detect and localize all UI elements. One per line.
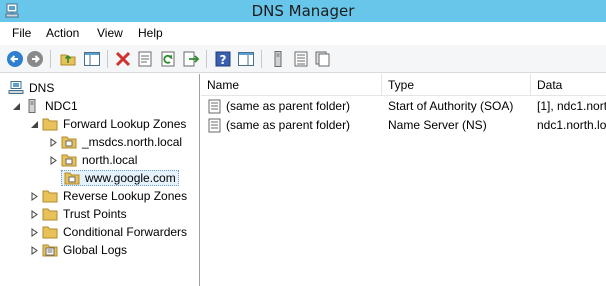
- collapse-arrow-icon[interactable]: [30, 120, 39, 129]
- menu-bar: File Action View Help: [0, 22, 606, 45]
- tree-label-dns: DNS: [29, 81, 55, 95]
- tree-node-dns[interactable]: DNS: [8, 79, 54, 97]
- forward-icon[interactable]: [26, 50, 44, 68]
- folder-icon: [42, 226, 58, 239]
- delete-icon[interactable]: [114, 50, 132, 68]
- dns-record-icon: [208, 118, 221, 133]
- tree-node-zone-msdcs[interactable]: _msdcs.north.local: [49, 133, 182, 151]
- records-list: Name Type Data (same as parent folder) S…: [201, 74, 606, 286]
- server-icon[interactable]: [269, 50, 287, 68]
- selection-highlight: www.google.com: [61, 170, 179, 186]
- svg-text:?: ?: [220, 53, 227, 67]
- tree-label-forward-zones: Forward Lookup Zones: [63, 117, 187, 131]
- column-header-data[interactable]: Data: [531, 74, 606, 96]
- record-name: (same as parent folder): [226, 99, 351, 113]
- record-type: Start of Authority (SOA): [388, 99, 514, 113]
- server-icon: [28, 99, 36, 113]
- menu-help[interactable]: Help: [138, 26, 163, 40]
- record-name: (same as parent folder): [226, 118, 351, 132]
- folder-icon: [42, 208, 58, 221]
- menu-view[interactable]: View: [97, 26, 123, 40]
- toolbar: ?: [0, 45, 606, 73]
- folder-icon: [42, 118, 58, 131]
- toolbar-separator: [261, 50, 262, 68]
- menu-file[interactable]: File: [12, 26, 31, 40]
- toolbar-separator: [107, 50, 108, 68]
- list-view-icon[interactable]: [292, 50, 310, 68]
- column-header-type[interactable]: Type: [382, 74, 531, 96]
- dns-record-icon: [208, 99, 221, 114]
- tree-label-conditional-forwarders: Conditional Forwarders: [63, 225, 188, 239]
- record-row-ns[interactable]: (same as parent folder) Name Server (NS)…: [201, 116, 606, 135]
- record-row-soa[interactable]: (same as parent folder) Start of Authori…: [201, 97, 606, 116]
- tree-label-zone-msdcs: _msdcs.north.local: [82, 135, 183, 149]
- back-icon[interactable]: [6, 50, 24, 68]
- tree-label-zone-north: north.local: [82, 153, 138, 167]
- expand-arrow-icon[interactable]: [30, 209, 39, 219]
- folder-icon: [42, 190, 58, 203]
- zone-folder-icon: [61, 154, 77, 167]
- toolbar-separator: [50, 50, 51, 68]
- tree-label-zone-google: www.google.com: [85, 171, 176, 185]
- properties-icon[interactable]: [136, 50, 154, 68]
- record-data: [1], ndc1.north.local., hostmaster.north…: [537, 99, 606, 113]
- tree-node-forward-zones[interactable]: Forward Lookup Zones: [30, 115, 186, 133]
- dns-icon: [8, 81, 24, 94]
- refresh-icon[interactable]: [159, 50, 177, 68]
- menu-action[interactable]: Action: [46, 26, 79, 40]
- window-title: DNS Manager: [251, 2, 355, 20]
- expand-arrow-icon[interactable]: [49, 137, 58, 147]
- export-list-icon[interactable]: [182, 50, 200, 68]
- log-folder-icon: [42, 244, 58, 257]
- record-type: Name Server (NS): [388, 118, 487, 132]
- tree-label-server: NDC1: [45, 99, 78, 113]
- zone-folder-icon: [64, 172, 80, 185]
- show-hide-tree-icon[interactable]: [83, 50, 101, 68]
- zone-folder-icon: [61, 136, 77, 149]
- help-icon[interactable]: ?: [214, 50, 232, 68]
- up-folder-icon[interactable]: [59, 50, 77, 68]
- show-action-pane-icon[interactable]: [237, 50, 255, 68]
- tree-label-trust-points: Trust Points: [63, 207, 127, 221]
- tree-label-reverse-zones: Reverse Lookup Zones: [63, 189, 188, 203]
- column-header-name[interactable]: Name: [201, 74, 382, 96]
- list-header: Name Type Data: [201, 74, 606, 96]
- toolbar-separator: [206, 50, 207, 68]
- tree-node-conditional-forwarders[interactable]: Conditional Forwarders: [30, 223, 187, 241]
- tree-node-global-logs[interactable]: Global Logs: [30, 241, 127, 259]
- title-bar: DNS Manager: [0, 0, 606, 22]
- details-view-icon[interactable]: [314, 50, 332, 68]
- expand-arrow-icon[interactable]: [30, 227, 39, 237]
- tree-node-server[interactable]: NDC1: [12, 97, 78, 115]
- expand-arrow-icon[interactable]: [49, 155, 58, 165]
- console-tree: DNS NDC1 Forward Lookup Zones _msdcs.nor…: [0, 74, 200, 286]
- tree-node-zone-north[interactable]: north.local: [49, 151, 137, 169]
- tree-label-global-logs: Global Logs: [63, 243, 128, 257]
- tree-node-reverse-zones[interactable]: Reverse Lookup Zones: [30, 187, 187, 205]
- collapse-arrow-icon[interactable]: [12, 102, 21, 111]
- expand-arrow-icon[interactable]: [30, 245, 39, 255]
- tree-node-zone-google[interactable]: www.google.com: [61, 169, 179, 187]
- record-data: ndc1.north.local.: [537, 118, 606, 132]
- expand-arrow-icon[interactable]: [30, 191, 39, 201]
- tree-node-trust-points[interactable]: Trust Points: [30, 205, 127, 223]
